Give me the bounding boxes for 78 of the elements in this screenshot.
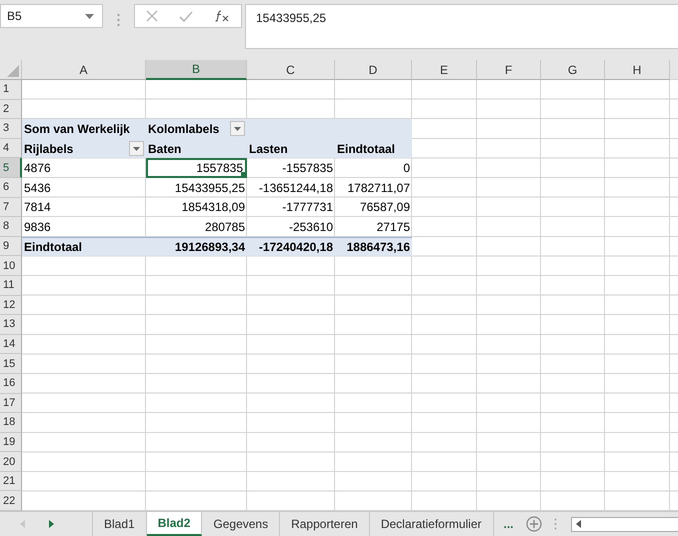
- row-header[interactable]: 9: [0, 236, 22, 256]
- column-header[interactable]: B: [146, 60, 247, 80]
- table-cell[interactable]: 0: [335, 158, 412, 178]
- select-all-icon[interactable]: [7, 65, 19, 77]
- row-header[interactable]: 1: [0, 80, 22, 100]
- table-cell[interactable]: 280785: [146, 217, 247, 237]
- drag-handle-icon[interactable]: [117, 13, 120, 27]
- row-header[interactable]: 8: [0, 217, 22, 237]
- row-header[interactable]: 14: [0, 334, 22, 354]
- row-header[interactable]: 2: [0, 100, 22, 120]
- table-cell[interactable]: 5436: [22, 178, 146, 198]
- table-cell[interactable]: Eindtotaal: [22, 236, 146, 256]
- table-cell: Rijlabels: [24, 142, 74, 156]
- column-header[interactable]: H: [605, 60, 670, 80]
- table-cell[interactable]: Som van Werkelijk: [22, 119, 146, 139]
- filter-button[interactable]: [129, 141, 144, 156]
- row-header[interactable]: 22: [0, 491, 22, 511]
- checkmark-icon[interactable]: [178, 10, 193, 22]
- column-header[interactable]: C: [247, 60, 335, 80]
- table-cell: Kolomlabels: [148, 122, 220, 136]
- row-header[interactable]: 18: [0, 413, 22, 433]
- table-cell[interactable]: 1886473,16: [335, 236, 412, 256]
- sheet-tab[interactable]: Declaratieformulier: [370, 512, 494, 536]
- row-header[interactable]: 19: [0, 432, 22, 452]
- table-cell[interactable]: 15433955,25: [146, 178, 247, 198]
- table-cell[interactable]: 1557835: [146, 158, 247, 178]
- column-header[interactable]: F: [477, 60, 541, 80]
- table-cell[interactable]: -1777731: [247, 198, 335, 218]
- row-header[interactable]: 5: [0, 158, 22, 178]
- table-cell[interactable]: -13651244,18: [247, 178, 335, 198]
- row-header[interactable]: 11: [0, 276, 22, 296]
- row-header[interactable]: 10: [0, 256, 22, 276]
- row-header[interactable]: 20: [0, 452, 22, 472]
- sheet-tab[interactable]: Blad2: [146, 512, 202, 536]
- sheet-tab[interactable]: Gegevens: [202, 512, 280, 536]
- sheet-tab[interactable]: Rapporteren: [280, 512, 370, 536]
- scroll-left-icon[interactable]: [576, 520, 581, 528]
- row-header[interactable]: 21: [0, 472, 22, 492]
- row-header[interactable]: 12: [0, 296, 22, 316]
- row-header[interactable]: 6: [0, 178, 22, 198]
- drag-handle-icon[interactable]: [554, 518, 557, 530]
- column-header[interactable]: G: [541, 60, 605, 80]
- table-cell[interactable]: -1557835: [247, 158, 335, 178]
- more-sheets-button[interactable]: ...: [504, 517, 514, 531]
- caret-icon: [133, 146, 140, 151]
- table-cell[interactable]: 1782711,07: [335, 178, 412, 198]
- table-cell[interactable]: 9836: [22, 217, 146, 237]
- scroll-right-icon[interactable]: [49, 520, 54, 528]
- cancel-icon[interactable]: [146, 10, 158, 22]
- column-header[interactable]: D: [335, 60, 412, 80]
- table-cell[interactable]: 4876: [22, 158, 146, 178]
- caret-icon: [234, 126, 241, 131]
- table-cell[interactable]: Lasten: [247, 138, 335, 158]
- function-icon[interactable]: [214, 10, 230, 22]
- formula-field[interactable]: 15433955,25: [245, 4, 678, 49]
- row-header[interactable]: 4: [0, 138, 22, 158]
- column-header[interactable]: E: [412, 60, 477, 80]
- filter-button[interactable]: [230, 121, 245, 136]
- table-cell[interactable]: 76587,09: [335, 198, 412, 218]
- add-sheet-icon[interactable]: [526, 516, 542, 532]
- table-cell[interactable]: 19126893,34: [146, 236, 247, 256]
- column-header[interactable]: A: [22, 60, 146, 80]
- row-header[interactable]: 15: [0, 354, 22, 374]
- dropdown-arrow-icon: [85, 14, 94, 18]
- horizontal-scrollbar[interactable]: [570, 516, 678, 532]
- table-cell[interactable]: -17240420,18: [247, 236, 335, 256]
- table-cell[interactable]: 7814: [22, 198, 146, 218]
- row-header[interactable]: 16: [0, 374, 22, 394]
- table-cell[interactable]: 1854318,09: [146, 198, 247, 218]
- row-header[interactable]: 17: [0, 394, 22, 414]
- table-cell[interactable]: Baten: [146, 138, 247, 158]
- table-cell[interactable]: 27175: [335, 217, 412, 237]
- row-header[interactable]: 13: [0, 315, 22, 335]
- name-box[interactable]: B5: [0, 4, 103, 28]
- table-cell[interactable]: -253610: [247, 217, 335, 237]
- row-header[interactable]: 3: [0, 119, 22, 139]
- table-cell[interactable]: Eindtotaal: [335, 138, 412, 158]
- row-header[interactable]: 7: [0, 198, 22, 218]
